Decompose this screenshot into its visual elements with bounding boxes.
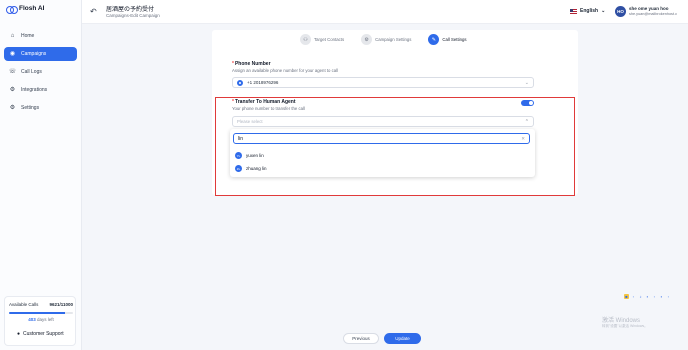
chevron-up-icon: ⌃: [524, 119, 529, 125]
language-selector[interactable]: English ⌄: [570, 8, 605, 14]
usage-value: 9621/11000: [49, 302, 73, 307]
update-button[interactable]: Update: [384, 333, 421, 344]
clear-icon[interactable]: ✕: [521, 136, 525, 142]
breadcrumb: Campaigns-Edit Campaign: [106, 13, 160, 18]
chevron-down-icon: ⌄: [524, 80, 529, 86]
user-email: she.yuan@mailbrokenhost.com: [629, 12, 677, 16]
logo-text: Flosh AI: [19, 5, 45, 12]
search-value: lin: [238, 135, 244, 142]
required-marker: *: [232, 99, 234, 105]
edit-icon: ✎: [428, 34, 440, 45]
tray-icon[interactable]: ▫: [652, 294, 657, 299]
dropdown-option[interactable]: YL yuxen lin: [234, 150, 531, 161]
avatar: YL: [235, 152, 242, 159]
dropdown-search-input[interactable]: lin ✕: [233, 133, 530, 144]
us-flag-icon: [570, 8, 577, 14]
logo-icon: [6, 5, 18, 14]
back-icon[interactable]: ↶: [90, 7, 97, 16]
previous-button[interactable]: Previous: [343, 333, 379, 344]
avatar[interactable]: HO: [615, 6, 626, 17]
step-label: Target Contacts: [314, 37, 345, 42]
customer-support-link[interactable]: ● Customer Support: [17, 331, 64, 337]
sidebar-item-label: Home: [21, 33, 35, 39]
sidebar-item-campaigns[interactable]: ◉ Campaigns: [4, 47, 77, 61]
step-campaign-settings[interactable]: ⚙ Campaign Settings: [361, 34, 411, 45]
page-title: 居酒屋の予約受付: [106, 7, 155, 13]
phone-number-option[interactable]: +1 2018976296 ⌄: [232, 77, 534, 88]
transfer-toggle[interactable]: [521, 100, 534, 106]
sidebar-item-call-logs[interactable]: ☏ Call Logs: [4, 65, 77, 79]
usage-row: Available Calls 9621/11000: [9, 302, 73, 307]
dropdown-option[interactable]: ZL zhuang lin: [234, 163, 531, 174]
home-icon: ⌂: [10, 33, 15, 39]
headset-icon: ●: [17, 331, 21, 337]
phone-number-description: Assign an available phone number for you…: [232, 68, 339, 73]
sidebar-item-label: Campaigns: [21, 51, 47, 57]
customer-support-label: Customer Support: [23, 331, 64, 337]
sidebar-item-label: Integrations: [21, 87, 48, 93]
transfer-description: Your phone number to transfer the call: [232, 106, 305, 111]
contacts-icon: ⚇: [300, 34, 311, 45]
usage-progress-bar: [9, 312, 73, 314]
tray-icon[interactable]: ▪: [659, 294, 664, 299]
days-left: 403 days left: [5, 317, 77, 322]
tray-app-icon[interactable]: ■: [624, 294, 629, 299]
system-tray: ■ ▫ ♪ ▪ ▫ ▪ ▫: [624, 294, 671, 299]
sidebar-item-label: Settings: [21, 105, 40, 111]
agent-dropdown: lin ✕ YL yuxen lin ZL zhuang lin: [230, 129, 535, 177]
transfer-select[interactable]: Please select ⌃: [232, 116, 534, 127]
tray-icon[interactable]: ▫: [631, 294, 636, 299]
option-label: yuxen lin: [246, 153, 264, 158]
activation-watermark: 激活 Windows 转到"设置"以激活 Windows。: [602, 318, 648, 328]
sidebar-item-integrations[interactable]: ⚙ Integrations: [4, 83, 77, 97]
sidebar-item-home[interactable]: ⌂ Home: [4, 29, 77, 43]
tray-icon[interactable]: ▫: [666, 294, 671, 299]
step-label: Campaign Settings: [375, 37, 412, 42]
sidebar-item-label: Call Logs: [21, 69, 42, 75]
step-call-settings[interactable]: ✎ Call Settings: [428, 34, 467, 45]
avatar: ZL: [235, 165, 242, 172]
step-label: Call Settings: [442, 37, 467, 42]
call-log-icon: ☏: [8, 69, 17, 75]
stepper: ⚇ Target Contacts ⚙ Campaign Settings ✎ …: [300, 34, 467, 45]
watermark-subtitle: 转到"设置"以激活 Windows。: [602, 323, 648, 328]
top-bar: ↶ 居酒屋の予約受付 Campaigns-Edit Campaign Engli…: [82, 0, 688, 24]
integrations-icon: ⚙: [9, 87, 16, 93]
days-left-suffix: days left: [37, 317, 54, 322]
days-left-value: 403: [28, 317, 36, 322]
usage-label: Available Calls: [9, 302, 39, 307]
usage-progress-fill: [9, 312, 65, 314]
sidebar: Flosh AI ⌂ Home ◉ Campaigns ☏ Call Logs …: [0, 0, 82, 350]
tray-icon[interactable]: ▪: [645, 294, 650, 299]
phone-number-value: +1 2018976296: [247, 80, 279, 85]
required-marker: *: [232, 61, 234, 67]
chevron-down-icon: ⌄: [601, 8, 606, 14]
gear-icon: ⚙: [361, 34, 373, 45]
sidebar-item-settings[interactable]: ⚙ Settings: [4, 101, 77, 115]
phone-number-label: *Phone Number: [232, 61, 271, 67]
settings-icon: ⚙: [9, 105, 16, 111]
select-placeholder: Please select: [237, 119, 263, 124]
step-target-contacts[interactable]: ⚇ Target Contacts: [300, 34, 344, 45]
transfer-label: *Transfer To Human Agent: [232, 99, 296, 105]
logo[interactable]: Flosh AI: [6, 5, 45, 14]
radio-selected-icon[interactable]: [237, 79, 243, 86]
sidebar-nav: ⌂ Home ◉ Campaigns ☏ Call Logs ⚙ Integra…: [4, 29, 77, 119]
option-label: zhuang lin: [246, 166, 267, 171]
campaign-icon: ◉: [9, 51, 16, 57]
user-name: she ome yuan hoo: [629, 6, 669, 11]
tray-icon[interactable]: ♪: [638, 294, 643, 299]
usage-card: Available Calls 9621/11000 403 days left…: [4, 296, 76, 346]
language-label: English: [580, 8, 599, 14]
